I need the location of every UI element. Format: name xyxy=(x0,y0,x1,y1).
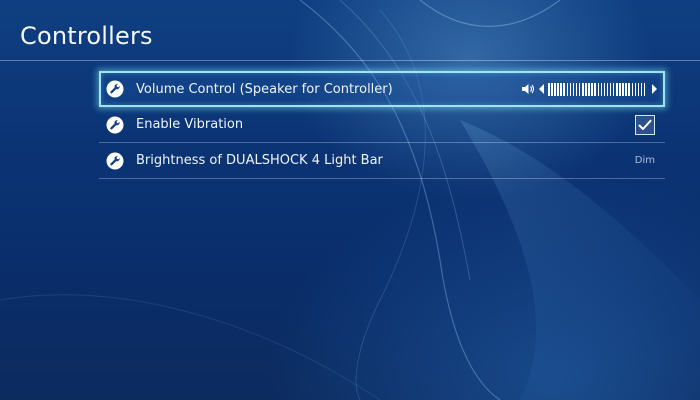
wrench-icon xyxy=(106,116,124,134)
volume-bar xyxy=(575,82,578,96)
wrench-icon xyxy=(106,152,124,170)
volume-bar xyxy=(551,82,553,96)
volume-bar xyxy=(572,82,575,96)
volume-bar xyxy=(622,82,624,96)
vibration-checkbox[interactable] xyxy=(635,114,655,135)
volume-bar xyxy=(634,82,637,96)
volume-bar xyxy=(585,82,587,96)
setting-row-light-bar-brightness[interactable]: Brightness of DUALSHOCK 4 Light Bar Dim xyxy=(99,143,665,179)
arrow-right-icon[interactable] xyxy=(651,84,657,94)
volume-bar xyxy=(548,82,550,96)
volume-bar xyxy=(640,82,643,96)
title-divider xyxy=(0,60,700,61)
volume-bar xyxy=(609,82,612,96)
volume-bar xyxy=(557,82,559,96)
volume-bar xyxy=(582,82,584,96)
volume-bar xyxy=(591,82,593,96)
volume-bar xyxy=(606,82,609,96)
volume-bar xyxy=(619,82,621,96)
setting-row-volume-control[interactable]: Volume Control (Speaker for Controller) xyxy=(99,71,665,107)
volume-bar xyxy=(616,82,618,96)
volume-bar xyxy=(554,82,556,96)
volume-level-bars xyxy=(548,82,647,96)
volume-bar xyxy=(563,82,565,96)
volume-bar xyxy=(578,82,581,96)
volume-bar xyxy=(600,82,603,96)
setting-label: Enable Vibration xyxy=(136,117,244,132)
volume-bar xyxy=(612,82,615,96)
wrench-icon xyxy=(106,80,124,98)
volume-bar xyxy=(643,82,646,96)
brightness-value: Dim xyxy=(634,155,655,166)
volume-bar xyxy=(628,82,630,96)
settings-list: Volume Control (Speaker for Controller) xyxy=(99,71,665,179)
volume-bar xyxy=(594,82,596,96)
setting-label: Volume Control (Speaker for Controller) xyxy=(136,81,393,97)
volume-bar xyxy=(597,82,599,96)
checkmark-icon xyxy=(638,119,652,130)
volume-bar xyxy=(631,82,634,96)
volume-bar xyxy=(625,82,627,96)
volume-bar xyxy=(603,82,606,96)
volume-slider[interactable] xyxy=(521,82,657,96)
volume-bar xyxy=(637,82,640,96)
setting-label: Brightness of DUALSHOCK 4 Light Bar xyxy=(136,153,383,168)
volume-bar xyxy=(566,82,569,96)
volume-bar xyxy=(588,82,590,96)
volume-bar xyxy=(569,82,572,96)
setting-row-enable-vibration[interactable]: Enable Vibration xyxy=(99,107,665,143)
speaker-icon xyxy=(522,84,535,94)
arrow-left-icon[interactable] xyxy=(539,84,545,94)
volume-bar xyxy=(560,82,562,96)
page-title: Controllers xyxy=(20,22,153,50)
